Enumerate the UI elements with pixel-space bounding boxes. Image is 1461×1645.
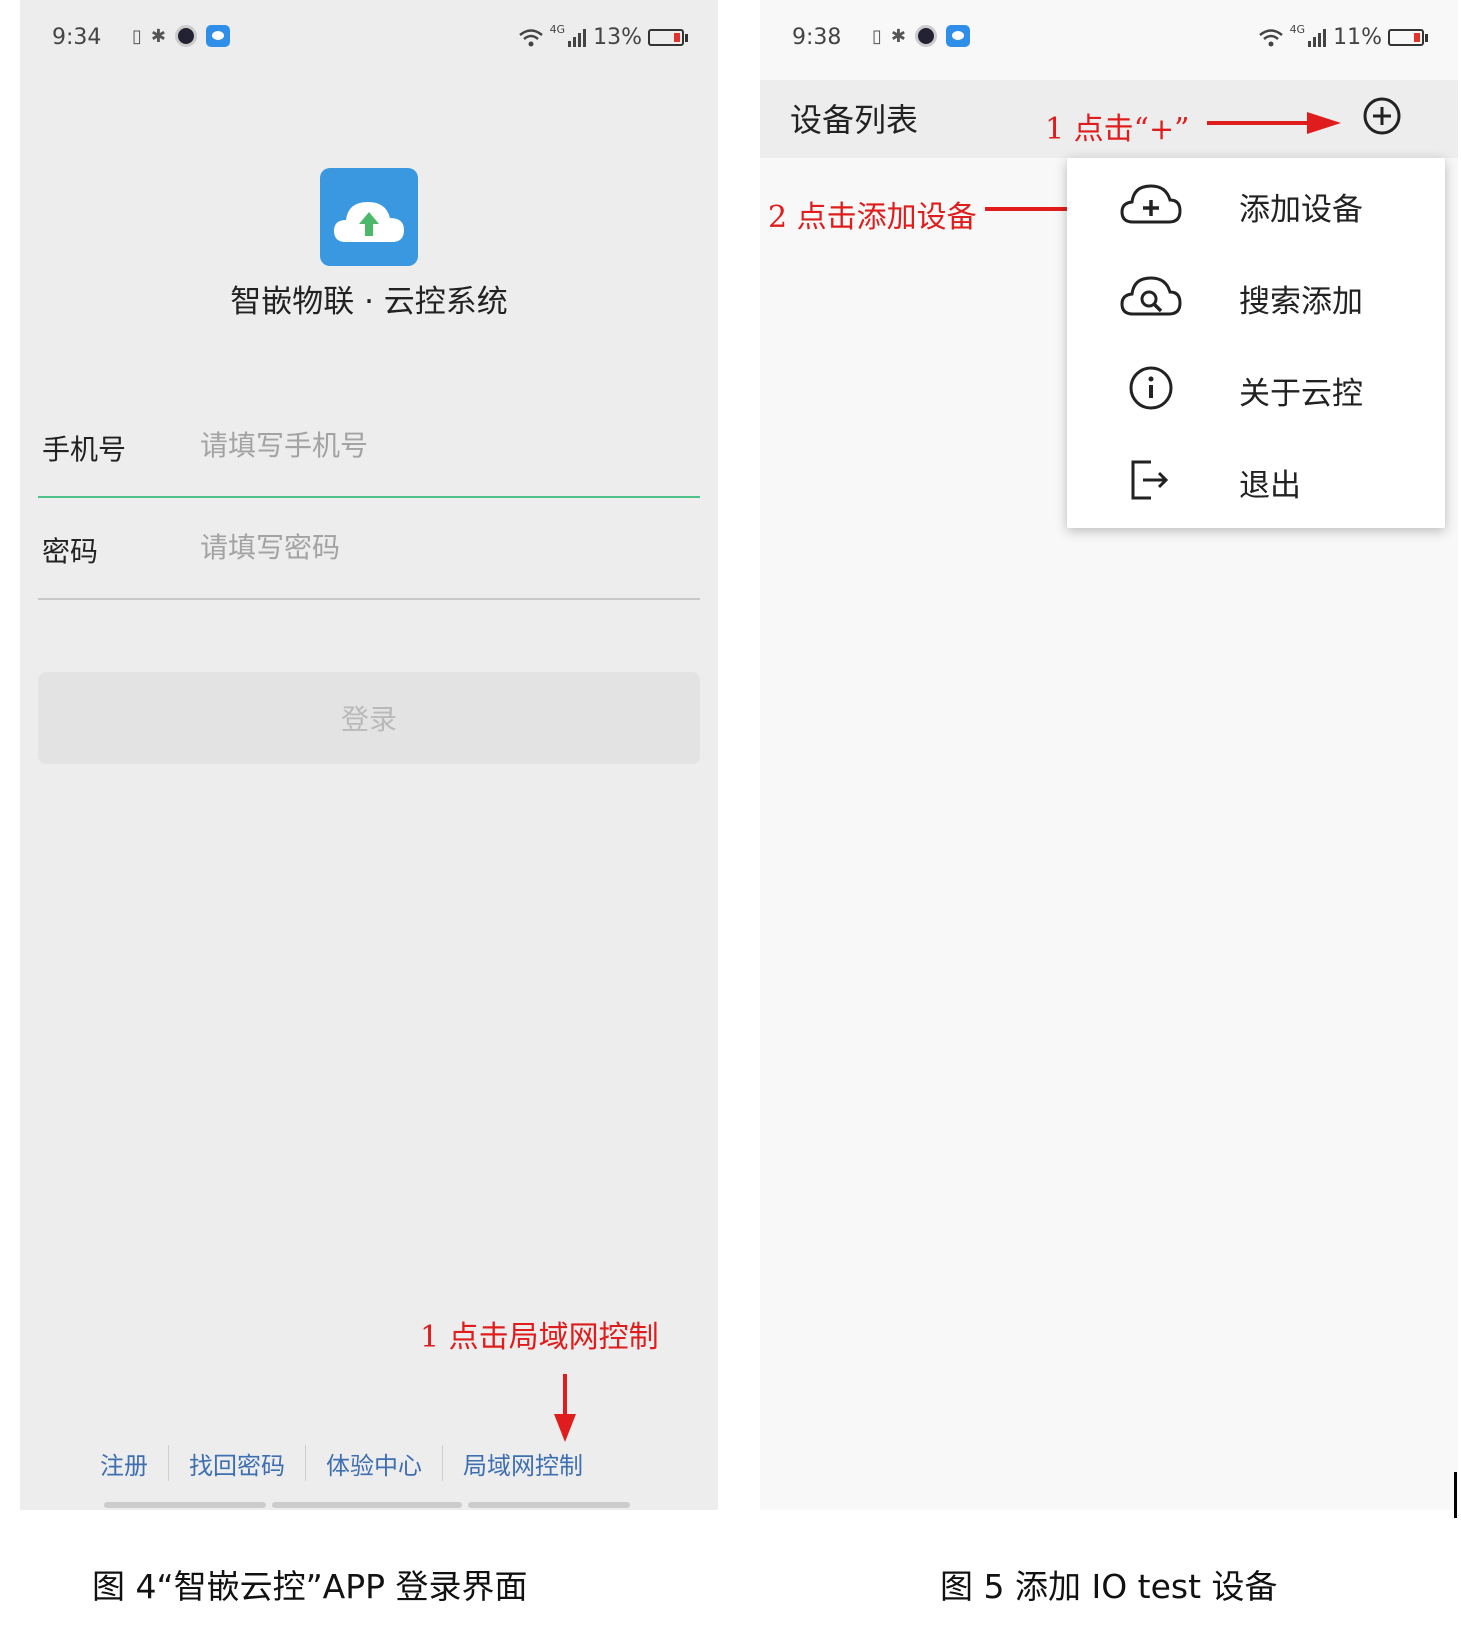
battery-cap (685, 33, 688, 42)
overflow-menu: 添加设备 搜索添加 关于云控 退出 (1067, 158, 1445, 528)
phone-input[interactable] (198, 420, 682, 470)
signal-icon (568, 28, 587, 47)
password-row: 密码 (38, 500, 700, 600)
bluetooth-icon: ✱ (890, 25, 906, 47)
vibrate-icon: ▯ (132, 25, 142, 47)
password-underline (38, 598, 700, 600)
page-title: 设备列表 (790, 101, 919, 139)
battery-icon (648, 29, 684, 46)
add-circle-icon[interactable] (1362, 96, 1402, 136)
menu-label: 关于云控 (1239, 376, 1363, 412)
figure-caption-4: 图 4“智嵌云控”APP 登录界面 (92, 1567, 528, 1606)
app-logo (320, 168, 418, 266)
status-bar: 9:38 ▯ ✱ 4G 11% (760, 18, 1458, 58)
annotation-lan-control: 1 点击局域网控制 (420, 1320, 659, 1355)
menu-item-add-device[interactable]: 添加设备 (1067, 158, 1445, 250)
cloud-upload-icon (334, 202, 404, 242)
bluetooth-icon: ✱ (150, 25, 166, 47)
figure-caption-5: 图 5 添加 IO test 设备 (940, 1567, 1278, 1606)
phone-row: 手机号 (38, 398, 700, 498)
wifi-icon (518, 28, 543, 46)
battery-icon (1388, 29, 1424, 46)
logout-icon (1131, 460, 1169, 500)
status-time: 9:38 (792, 25, 842, 50)
info-icon (1129, 366, 1173, 410)
eye-app-icon (946, 25, 970, 47)
bottom-links: 注册 找回密码 体验中心 局域网控制 (100, 1438, 603, 1488)
edge-mark (1454, 1472, 1457, 1518)
status-bar: 9:34 ▯ ✱ 4G 13% (20, 18, 718, 58)
battery-percent: 11% (1333, 25, 1382, 50)
network-type: 4G (549, 23, 566, 36)
menu-item-logout[interactable]: 退出 (1067, 434, 1445, 526)
phone-label: 手机号 (42, 433, 127, 466)
vibrate-icon: ▯ (872, 25, 882, 47)
login-button[interactable]: 登录 (38, 672, 700, 764)
signal-icon (1308, 28, 1327, 47)
phone-underline (38, 496, 700, 498)
menu-label: 搜索添加 (1239, 284, 1363, 320)
cloud-search-icon (1120, 276, 1182, 316)
wifi-icon (1258, 28, 1283, 46)
eye-app-icon (206, 25, 230, 47)
app-title: 智嵌物联 · 云控系统 (230, 284, 508, 320)
cloud-add-icon (1120, 184, 1182, 224)
menu-item-about[interactable]: 关于云控 (1067, 342, 1445, 434)
menu-item-search-add[interactable]: 搜索添加 (1067, 250, 1445, 342)
app-notification-icon (915, 25, 937, 47)
battery-percent: 13% (593, 25, 642, 50)
menu-label: 添加设备 (1239, 192, 1363, 228)
annotation-click-add-device: 2 点击添加设备 (768, 200, 977, 235)
network-type: 4G (1289, 23, 1306, 36)
annotation-arrow-right-icon (1207, 112, 1341, 134)
menu-label: 退出 (1239, 468, 1301, 504)
app-notification-icon (175, 25, 197, 47)
battery-cap (1425, 33, 1428, 42)
forgot-password-link[interactable]: 找回密码 (169, 1446, 305, 1481)
lan-control-link[interactable]: 局域网控制 (443, 1446, 603, 1481)
tab-indicator (272, 1502, 462, 1508)
register-link[interactable]: 注册 (100, 1446, 168, 1481)
demo-center-link[interactable]: 体验中心 (306, 1446, 442, 1481)
password-input[interactable] (198, 522, 682, 572)
annotation-click-plus: 1 点击“+” (1045, 112, 1190, 147)
annotation-arrow-down-icon (554, 1374, 576, 1442)
status-time: 9:34 (52, 25, 102, 50)
login-screen: 9:34 ▯ ✱ 4G 13% 智嵌物联 · 云控系统 手机号 请填写手机号 密… (20, 0, 718, 1510)
tab-indicator (104, 1502, 266, 1508)
password-label: 密码 (42, 535, 99, 568)
tab-indicator (468, 1502, 630, 1508)
device-list-screen: 9:38 ▯ ✱ 4G 11% 设备列表 1 点击“+” 2 点击添加设备 添加… (760, 0, 1458, 1510)
